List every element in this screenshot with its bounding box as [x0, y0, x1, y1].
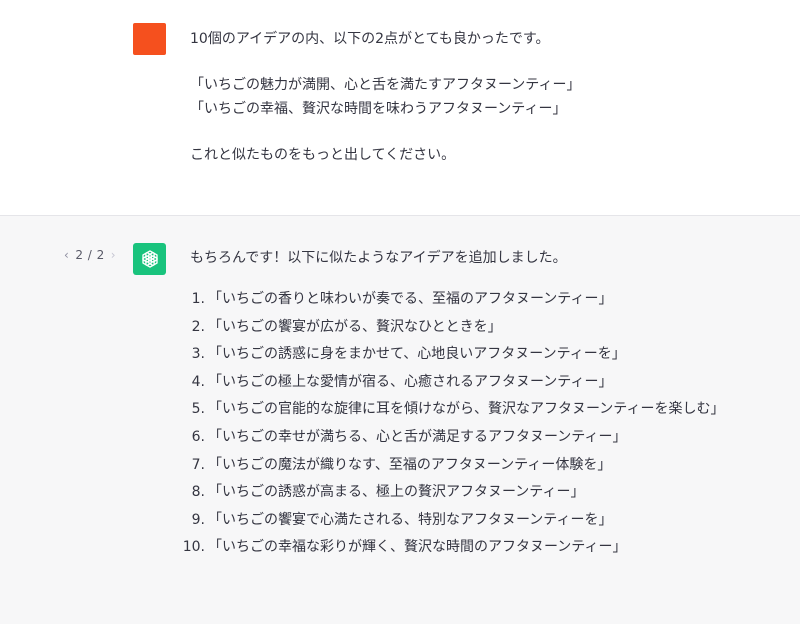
list-item-number: 5.: [191, 401, 205, 418]
list-item-text: 「いちごの饗宴が広がる、贅沢なひとときを」: [208, 318, 502, 335]
response-count: 2 / 2: [75, 248, 105, 262]
idea-list: 1. 「いちごの香りと味わいが奏でる、至福のアフタヌーンティー」 2. 「いちごの饗…: [183, 286, 725, 562]
list-item-number: 1.: [191, 291, 205, 307]
list-item-text: 「いちごの幸せが満ちる、心と舌が満足するアフタヌーンティー」: [208, 428, 627, 445]
response-pager: ‹ 2 / 2 ›: [64, 248, 116, 262]
list-item-number: 4.: [191, 373, 205, 390]
list-item-number: 3.: [191, 346, 205, 363]
user-message-line: 「いちごの幸福、贅沢な時間を味わうアフタヌーンティー」: [190, 101, 567, 117]
user-message-line: 「いちごの魅力が満開、心と舌を満たすアフタヌーンティー」: [190, 77, 581, 93]
list-item: 4. 「いちごの極上な愛情が宿る、心癒されるアフタヌーンティー」: [190, 369, 724, 397]
list-item-number: 6.: [191, 428, 205, 445]
list-item: 8. 「いちごの誘惑が高まる、極上の贅沢アフタヌーンティー」: [190, 479, 724, 507]
assistant-intro: もちろんです！以下に似たようなアイデアを追加しました。: [190, 250, 567, 266]
list-item: 5. 「いちごの官能的な旋律に耳を傾けながら、贅沢なアフタヌーンティーを楽しむ」: [190, 396, 725, 424]
list-item-number: 2.: [191, 318, 205, 335]
list-item-text: 「いちごの幸福な彩りが輝く、贅沢な時間のアフタヌーンティー」: [208, 539, 627, 556]
list-item: 1. 「いちごの香りと味わいが奏でる、至福のアフタヌーンティー」: [190, 286, 724, 314]
list-item-text: 「いちごの極上な愛情が宿る、心癒されるアフタヌーンティー」: [208, 373, 613, 390]
list-item-text: 「いちごの誘惑に身をまかせて、心地良いアフタヌーンティーを」: [208, 346, 626, 363]
user-message-line: これと似たものをもっと出してください。: [190, 147, 456, 163]
assistant-message-turn: ‹ 2 / 2 › もちろんです！以下に似たようなアイデアを追加しました。 1.…: [0, 216, 800, 624]
list-item-number: 8.: [191, 484, 205, 501]
list-item: 6. 「いちごの幸せが満ちる、心と舌が満足するアフタヌーンティー」: [190, 424, 724, 452]
list-item-text: 「いちごの魔法が織りなす、至福のアフタヌーンティー体験を」: [208, 456, 612, 473]
list-item: 9. 「いちごの饗宴で心満たされる、特別なアフタヌーンティーを」: [190, 507, 724, 535]
list-item-text: 「いちごの官能的な旋律に耳を傾けながら、贅沢なアフタヌーンティーを楽しむ」: [208, 401, 725, 418]
list-item-number: 10.: [182, 539, 205, 556]
user-message-line: [190, 121, 580, 143]
list-item: 7. 「いちごの魔法が織りなす、至福のアフタヌーンティー体験を」: [190, 452, 724, 480]
user-message-turn: 10個のアイデアの内、以下の2点がとても良かったです。 「いちごの魅力が満開、心…: [0, 0, 800, 216]
list-item-text: 「いちごの饗宴で心満たされる、特別なアフタヌーンティーを」: [208, 511, 613, 528]
user-avatar: [133, 23, 166, 55]
list-item: 10. 「いちごの幸福な彩りが輝く、贅沢な時間のアフタヌーンティー」: [183, 534, 724, 562]
user-message-line: [190, 51, 580, 73]
list-item: 3. 「いちごの誘惑に身をまかせて、心地良いアフタヌーンティーを」: [190, 341, 724, 369]
user-message-text: 10個のアイデアの内、以下の2点がとても良かったです。 「いちごの魅力が満開、心…: [190, 27, 580, 167]
list-item-number: 7.: [191, 456, 205, 473]
assistant-message-text: もちろんです！以下に似たようなアイデアを追加しました。 1. 「いちごの香りと味わ…: [183, 246, 725, 562]
list-item: 2. 「いちごの饗宴が広がる、贅沢なひとときを」: [190, 314, 724, 342]
list-item-text: 「いちごの誘惑が高まる、極上の贅沢アフタヌーンティー」: [208, 484, 585, 501]
next-response-button[interactable]: ›: [111, 248, 116, 262]
assistant-avatar: [133, 243, 166, 275]
user-message-line: 10個のアイデアの内、以下の2点がとても良かったです。: [190, 31, 550, 47]
previous-response-button[interactable]: ‹: [64, 248, 69, 262]
openai-logo-icon: [141, 250, 158, 268]
list-item-number: 9.: [191, 511, 205, 528]
list-item-text: 「いちごの香りと味わいが奏でる、至福のアフタヌーンティー」: [208, 291, 613, 307]
